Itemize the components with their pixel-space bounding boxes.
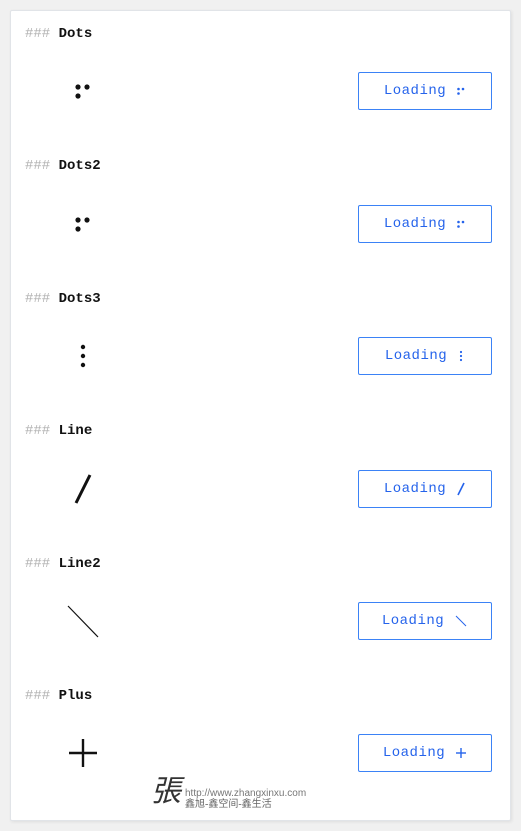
section-dots: ### Dots Loading — [25, 23, 492, 113]
button-label: Loading — [384, 83, 446, 99]
markdown-pound: ### — [25, 291, 50, 307]
row-dots3: Loading — [25, 334, 492, 378]
loading-button-dots3[interactable]: Loading — [358, 337, 492, 375]
dots-icon — [456, 86, 466, 96]
section-dots2: ### Dots2 Loading — [25, 155, 492, 245]
dots-icon — [53, 202, 113, 246]
markdown-pound: ### — [25, 158, 50, 174]
section-line: ### Line Loading — [25, 420, 492, 510]
heading-line2: ### Line2 — [25, 553, 492, 575]
heading-text: Dots3 — [59, 291, 101, 307]
plus-icon — [53, 731, 113, 775]
row-line2: Loading — [25, 599, 492, 643]
markdown-pound: ### — [25, 688, 50, 704]
loading-button-line2[interactable]: Loading — [358, 602, 492, 640]
markdown-pound: ### — [25, 556, 50, 572]
heading-text: Dots — [59, 26, 93, 42]
dots-icon — [53, 69, 113, 113]
markdown-pound: ### — [25, 26, 50, 42]
heading-text: Line — [59, 423, 93, 439]
slash-icon — [456, 482, 466, 496]
dots-vertical-icon — [457, 350, 465, 362]
loading-button-dots[interactable]: Loading — [358, 72, 492, 110]
section-plus: ### Plus Loading — [25, 685, 492, 775]
watermark-url: http://www.zhangxinxu.com — [185, 788, 306, 799]
heading-text: Dots2 — [59, 158, 101, 174]
loading-button-line[interactable]: Loading — [358, 470, 492, 508]
heading-dots2: ### Dots2 — [25, 155, 492, 177]
dots-icon — [456, 219, 466, 229]
markdown-pound: ### — [25, 423, 50, 439]
button-label: Loading — [385, 348, 447, 364]
backslash-icon — [53, 599, 113, 643]
plus-icon — [455, 747, 467, 759]
row-line: Loading — [25, 467, 492, 511]
heading-dots: ### Dots — [25, 23, 492, 45]
loading-button-dots2[interactable]: Loading — [358, 205, 492, 243]
dots-vertical-icon — [53, 334, 113, 378]
heading-line: ### Line — [25, 420, 492, 442]
heading-text: Plus — [59, 688, 93, 704]
loading-button-plus[interactable]: Loading — [358, 734, 492, 772]
row-dots2: Loading — [25, 202, 492, 246]
section-dots3: ### Dots3 Loading — [25, 288, 492, 378]
row-dots: Loading — [25, 69, 492, 113]
button-label: Loading — [382, 613, 444, 629]
button-label: Loading — [383, 745, 445, 761]
heading-text: Line2 — [59, 556, 101, 572]
button-label: Loading — [384, 481, 446, 497]
watermark-sub: 鑫旭-鑫空间-鑫生活 — [185, 799, 306, 810]
row-plus: Loading — [25, 731, 492, 775]
component-list-card: ### Dots Loading ### Dots2 Loading — [10, 10, 511, 821]
slash-icon — [53, 467, 113, 511]
heading-dots3: ### Dots3 — [25, 288, 492, 310]
section-line2: ### Line2 Loading — [25, 553, 492, 643]
button-label: Loading — [384, 216, 446, 232]
backslash-icon — [454, 614, 468, 628]
heading-plus: ### Plus — [25, 685, 492, 707]
